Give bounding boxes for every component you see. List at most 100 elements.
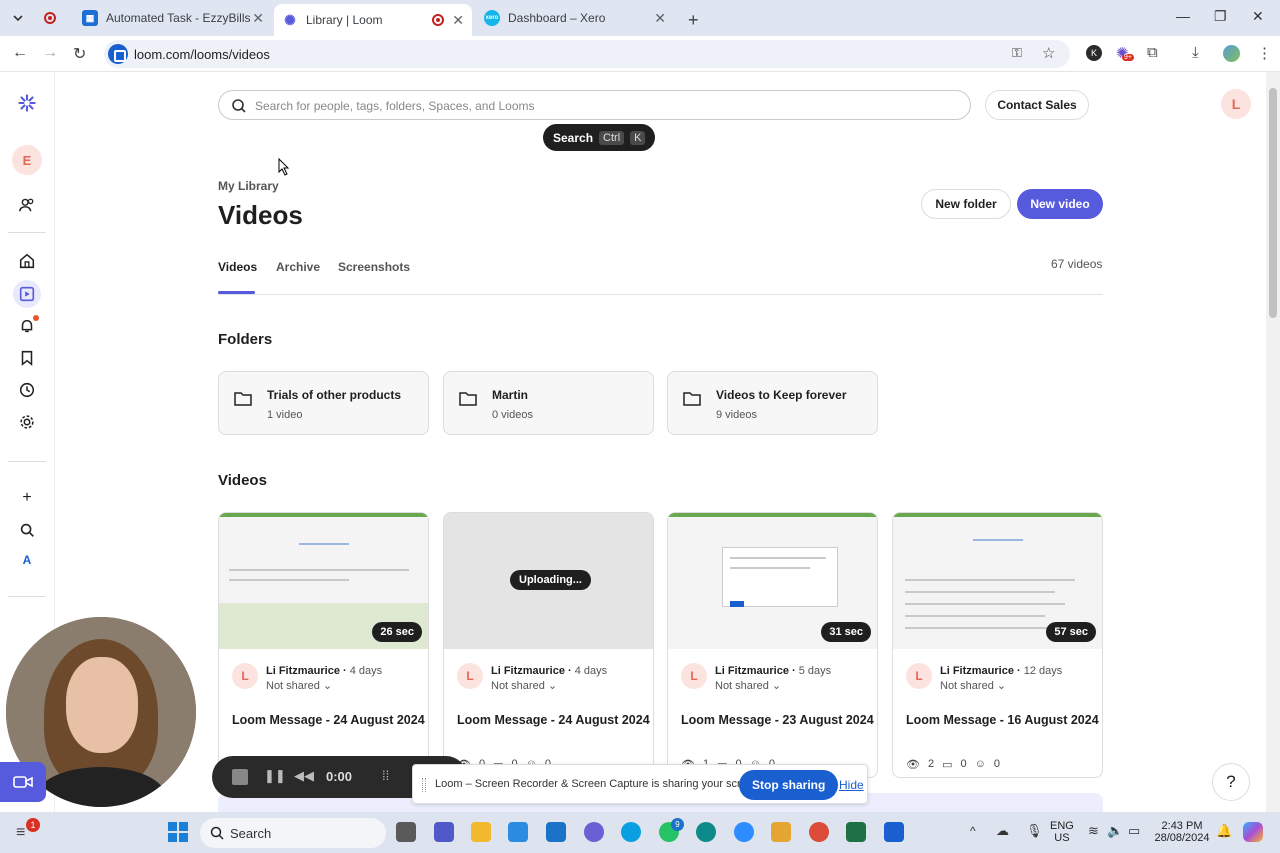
close-window-button[interactable]: ✕ [1252, 8, 1264, 25]
video-title[interactable]: Loom Message - 24 August 2024 [232, 713, 425, 727]
security-shield-icon[interactable] [771, 822, 791, 842]
loom-logo-icon[interactable] [14, 90, 40, 116]
folder-card[interactable]: Martin 0 videos [443, 371, 654, 435]
copilot-icon[interactable] [1243, 822, 1263, 842]
back-button[interactable]: ← [12, 44, 28, 62]
file-explorer-icon[interactable] [471, 822, 491, 842]
notifications-bell-icon[interactable] [17, 315, 39, 336]
new-folder-button[interactable]: New folder [921, 189, 1011, 219]
battery-icon[interactable]: ▭ [1128, 823, 1140, 839]
history-clock-icon[interactable] [17, 380, 37, 400]
omnibox[interactable]: loom.com/looms/videos ⚿ ☆ [104, 40, 1070, 68]
language-indicator[interactable]: ENG US [1050, 820, 1074, 844]
share-status-dropdown[interactable]: Not shared ⌄ [491, 679, 557, 692]
tab-screenshots[interactable]: Screenshots [338, 260, 410, 274]
new-video-button[interactable]: New video [1017, 189, 1103, 219]
video-thumbnail[interactable]: 57 sec [893, 513, 1102, 649]
video-thumbnail[interactable]: 31 sec [668, 513, 877, 649]
extensions-puzzle-icon[interactable]: ⧉ [1147, 44, 1158, 61]
onedrive-cloud-icon[interactable]: ☁ [996, 823, 1009, 839]
tab-search-button[interactable] [4, 8, 32, 28]
skype-icon[interactable] [621, 822, 641, 842]
mail-icon[interactable] [546, 822, 566, 842]
add-plus-icon[interactable]: + [17, 488, 37, 508]
search-icon[interactable] [17, 520, 37, 540]
taskbar-search[interactable]: Search [200, 818, 386, 848]
recorder-grid-icon[interactable]: ⁞⁞ [382, 768, 389, 783]
video-title[interactable]: Loom Message - 16 August 2024 [906, 713, 1099, 727]
microphone-icon[interactable]: 🎙 [1026, 823, 1043, 839]
reload-button[interactable]: ↻ [73, 44, 86, 64]
stop-recording-button[interactable] [232, 769, 248, 785]
scrollbar-thumb[interactable] [1269, 88, 1277, 318]
close-tab-icon[interactable]: ✕ [252, 10, 264, 27]
library-icon[interactable] [17, 284, 37, 304]
page-scrollbar[interactable] [1266, 72, 1280, 812]
clock[interactable]: 2:43 PM 28/08/2024 [1150, 820, 1214, 844]
copilot-app-icon[interactable] [584, 822, 604, 842]
excel-icon[interactable] [846, 822, 866, 842]
team-icon[interactable] [17, 195, 37, 215]
user-avatar[interactable]: L [1221, 89, 1251, 119]
pause-button[interactable]: ❚❚ [264, 768, 286, 784]
drag-handle[interactable] [422, 778, 426, 792]
pinned-tab-recording[interactable] [38, 8, 56, 28]
zoom-icon[interactable] [734, 822, 754, 842]
chrome-profile-avatar[interactable] [1223, 45, 1240, 62]
video-thumbnail[interactable]: Uploading... [444, 513, 653, 649]
settings-gear-icon[interactable] [17, 412, 37, 432]
bookmark-icon[interactable] [17, 348, 37, 368]
windows-start-icon[interactable] [168, 822, 188, 842]
share-status-dropdown[interactable]: Not shared ⌄ [940, 679, 1006, 692]
task-view-icon[interactable] [396, 822, 416, 842]
video-title[interactable]: Loom Message - 24 August 2024 [457, 713, 650, 727]
home-icon[interactable] [17, 251, 37, 271]
url-text[interactable]: loom.com/looms/videos [134, 47, 270, 62]
video-thumbnail[interactable]: 26 sec [219, 513, 428, 649]
notification-center-icon[interactable]: 🔔 [1216, 823, 1232, 839]
folder-card[interactable]: Trials of other products 1 video [218, 371, 429, 435]
profile-extension-icon[interactable]: K [1086, 45, 1102, 61]
workspace-avatar[interactable]: E [12, 145, 42, 175]
video-card[interactable]: 31 sec L Li Fitzmaurice · 5 days Not sha… [667, 512, 878, 778]
chrome-menu-icon[interactable]: ⋮ [1257, 44, 1272, 62]
contact-sales-button[interactable]: Contact Sales [985, 90, 1089, 120]
store-icon[interactable] [508, 822, 528, 842]
video-card[interactable]: 57 sec L Li Fitzmaurice · 12 days Not sh… [892, 512, 1103, 778]
tab-videos[interactable]: Videos [218, 260, 257, 274]
tab-ezzybills[interactable]: ▦ Automated Task - EzzyBills ✕ [74, 4, 272, 32]
help-button[interactable]: ? [1212, 763, 1250, 801]
chrome-icon[interactable] [809, 822, 829, 842]
video-card[interactable]: Uploading... L Li Fitzmaurice · 4 days N… [443, 512, 654, 778]
edge-icon[interactable] [696, 822, 716, 842]
folder-card[interactable]: Videos to Keep forever 9 videos [667, 371, 878, 435]
close-tab-icon[interactable]: ✕ [452, 12, 464, 29]
site-info-icon[interactable] [108, 44, 128, 64]
wifi-icon[interactable]: ≋ [1088, 823, 1099, 839]
restart-button[interactable]: ◀◀ [294, 768, 314, 784]
stop-sharing-button[interactable]: Stop sharing [739, 770, 839, 800]
volume-icon[interactable]: 🔈 [1107, 823, 1123, 839]
bookmark-star-icon[interactable]: ☆ [1042, 44, 1055, 62]
share-status-dropdown[interactable]: Not shared ⌄ [266, 679, 332, 692]
new-tab-button[interactable]: + [680, 6, 707, 34]
close-tab-icon[interactable]: ✕ [654, 10, 666, 27]
share-status-dropdown[interactable]: Not shared ⌄ [715, 679, 781, 692]
forward-button[interactable]: → [42, 44, 58, 62]
video-title[interactable]: Loom Message - 23 August 2024 [681, 713, 874, 727]
tab-xero[interactable]: xero Dashboard – Xero ✕ [476, 4, 674, 32]
camera-toggle-button[interactable] [0, 762, 46, 802]
video-card[interactable]: 26 sec L Li Fitzmaurice · 4 days Not sha… [218, 512, 429, 778]
teams-icon[interactable] [434, 822, 454, 842]
search-input[interactable]: Search for people, tags, folders, Spaces… [218, 90, 971, 120]
remote-desktop-icon[interactable] [884, 822, 904, 842]
show-hidden-icons-chevron-icon[interactable]: ^ [970, 824, 976, 838]
maximize-button[interactable]: ❐ [1214, 8, 1227, 25]
minimize-button[interactable]: — [1176, 8, 1190, 24]
download-icon[interactable]: ⤓ [1192, 44, 1199, 61]
tab-archive[interactable]: Archive [276, 260, 320, 274]
translate-a-icon[interactable]: A [17, 550, 37, 570]
password-key-icon[interactable]: ⚿ [1012, 45, 1022, 61]
tab-loom-library[interactable]: ✺ Library | Loom ✕ [274, 4, 472, 36]
hide-link[interactable]: Hide [839, 778, 864, 792]
